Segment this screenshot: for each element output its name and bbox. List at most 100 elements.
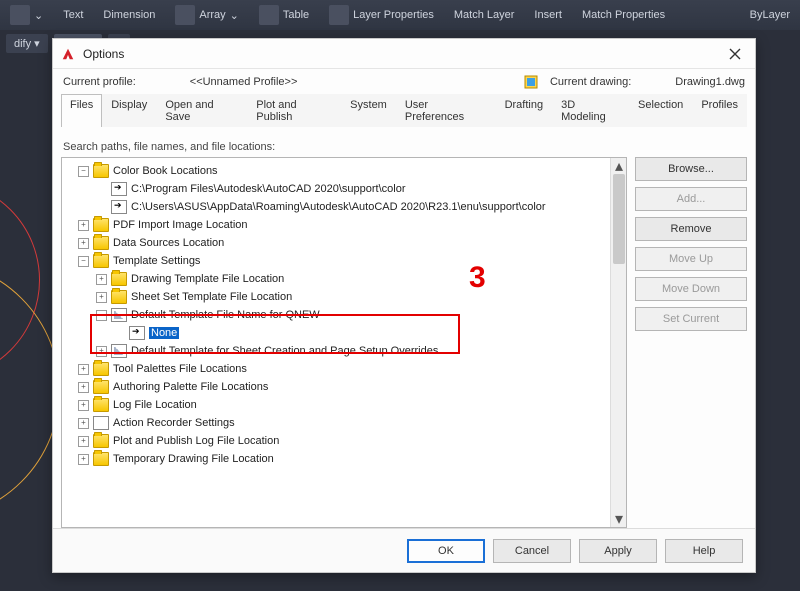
expand-icon[interactable]: + bbox=[96, 346, 107, 357]
section-label: Search paths, file names, and file locat… bbox=[63, 141, 745, 153]
ribbon-layerprops: Layer Properties bbox=[329, 5, 434, 25]
move-up-button[interactable]: Move Up bbox=[635, 247, 747, 271]
tree-node[interactable]: C:\Program Files\Autodesk\AutoCAD 2020\s… bbox=[64, 180, 608, 198]
path-arrow-icon bbox=[111, 182, 127, 196]
tree-scrollbar[interactable]: ▴ ▾ bbox=[610, 158, 626, 527]
dialog-footer: OK Cancel Apply Help bbox=[53, 528, 755, 572]
app-logo-icon bbox=[61, 47, 75, 61]
tree-node[interactable]: + Tool Palettes File Locations bbox=[64, 360, 608, 378]
expand-icon[interactable]: + bbox=[78, 454, 89, 465]
tab-system[interactable]: System bbox=[341, 94, 396, 127]
tree-node-label: Tool Palettes File Locations bbox=[113, 363, 247, 375]
tree-node[interactable]: − Color Book Locations bbox=[64, 162, 608, 180]
tab-files[interactable]: Files bbox=[61, 94, 102, 127]
add-button[interactable]: Add... bbox=[635, 187, 747, 211]
tree-node[interactable]: C:\Users\ASUS\AppData\Roaming\Autodesk\A… bbox=[64, 198, 608, 216]
tree-node[interactable]: + PDF Import Image Location bbox=[64, 216, 608, 234]
move-down-button[interactable]: Move Down bbox=[635, 277, 747, 301]
cancel-button[interactable]: Cancel bbox=[493, 539, 571, 563]
scroll-thumb[interactable] bbox=[613, 174, 625, 264]
collapse-icon[interactable]: − bbox=[96, 310, 107, 321]
tree-node[interactable]: + Temporary Drawing File Location bbox=[64, 450, 608, 468]
set-current-button[interactable]: Set Current bbox=[635, 307, 747, 331]
ribbon-matchprops: Match Properties bbox=[582, 9, 665, 21]
collapse-icon[interactable]: − bbox=[78, 166, 89, 177]
tree-node[interactable]: + Authoring Palette File Locations bbox=[64, 378, 608, 396]
expand-icon[interactable]: + bbox=[78, 220, 89, 231]
tree-node-label: Authoring Palette File Locations bbox=[113, 381, 268, 393]
browse-button[interactable]: Browse... bbox=[635, 157, 747, 181]
tab-selection[interactable]: Selection bbox=[629, 94, 692, 127]
tree-node[interactable]: + Default Template for Sheet Creation and… bbox=[64, 342, 608, 360]
expand-icon[interactable]: + bbox=[96, 274, 107, 285]
tree-node[interactable]: + Log File Location bbox=[64, 396, 608, 414]
tree-node-label: Color Book Locations bbox=[113, 165, 218, 177]
tree-node-label: PDF Import Image Location bbox=[113, 219, 248, 231]
expand-icon[interactable]: + bbox=[78, 238, 89, 249]
options-tabs: FilesDisplayOpen and SavePlot and Publis… bbox=[61, 93, 747, 127]
tree-node-label: Action Recorder Settings bbox=[113, 417, 235, 429]
folder-icon bbox=[93, 452, 109, 466]
dialog-title: Options bbox=[83, 47, 124, 61]
ok-button[interactable]: OK bbox=[407, 539, 485, 563]
tree-node[interactable]: + Drawing Template File Location bbox=[64, 270, 608, 288]
tree-node-label: C:\Program Files\Autodesk\AutoCAD 2020\s… bbox=[131, 183, 406, 195]
close-button[interactable] bbox=[723, 42, 747, 66]
tree-node[interactable]: −Default Template File Name for QNEW bbox=[64, 306, 608, 324]
folder-icon bbox=[93, 236, 109, 250]
expand-icon[interactable]: + bbox=[78, 418, 89, 429]
tree-node-label: Data Sources Location bbox=[113, 237, 224, 249]
folder-icon bbox=[93, 218, 109, 232]
current-profile-value: <<Unnamed Profile>> bbox=[190, 76, 298, 88]
tree-container: − Color Book Locations C:\Program Files\Au… bbox=[61, 157, 627, 528]
path-arrow-icon bbox=[111, 200, 127, 214]
tab-drafting[interactable]: Drafting bbox=[496, 94, 553, 127]
collapse-icon[interactable]: − bbox=[78, 256, 89, 267]
files-tab-body: Search paths, file names, and file locat… bbox=[61, 135, 747, 528]
folder-icon bbox=[93, 434, 109, 448]
tab-user-preferences[interactable]: User Preferences bbox=[396, 94, 496, 127]
profile-row: Current profile: <<Unnamed Profile>> Cur… bbox=[53, 69, 755, 93]
tree-node[interactable]: + Data Sources Location bbox=[64, 234, 608, 252]
tree-node-label: Temporary Drawing File Location bbox=[113, 453, 274, 465]
tree-node[interactable]: + Action Recorder Settings bbox=[64, 414, 608, 432]
tab-profiles[interactable]: Profiles bbox=[692, 94, 747, 127]
tree-node[interactable]: None bbox=[64, 324, 608, 342]
expand-icon[interactable]: + bbox=[96, 292, 107, 303]
tree-node-label: Drawing Template File Location bbox=[131, 273, 284, 285]
ribbon-insert: Insert bbox=[534, 9, 562, 21]
dialog-titlebar: Options bbox=[53, 39, 755, 69]
tree-node[interactable]: + Plot and Publish Log File Location bbox=[64, 432, 608, 450]
modify-dropdown[interactable]: dify ▾ bbox=[6, 34, 48, 53]
expander-spacer bbox=[96, 184, 107, 195]
tab-3d-modeling[interactable]: 3D Modeling bbox=[552, 94, 629, 127]
tab-plot-and-publish[interactable]: Plot and Publish bbox=[247, 94, 341, 127]
tree-node[interactable]: − Template Settings bbox=[64, 252, 608, 270]
scroll-down-icon[interactable]: ▾ bbox=[611, 511, 627, 527]
tree-node-label: Log File Location bbox=[113, 399, 197, 411]
tree-node-label: Default Template for Sheet Creation and … bbox=[131, 345, 438, 357]
tree-node[interactable]: +Sheet Set Template File Location bbox=[64, 288, 608, 306]
tree-node-label: Template Settings bbox=[113, 255, 200, 267]
tab-open-and-save[interactable]: Open and Save bbox=[156, 94, 247, 127]
tree-node-label: Plot and Publish Log File Location bbox=[113, 435, 279, 447]
expand-icon[interactable]: + bbox=[78, 436, 89, 447]
ribbon-bylayer: ByLayer bbox=[750, 9, 790, 21]
paths-tree[interactable]: − Color Book Locations C:\Program Files\Au… bbox=[62, 158, 610, 527]
expand-icon[interactable]: + bbox=[78, 400, 89, 411]
ribbon-matchlayer: Match Layer bbox=[454, 9, 515, 21]
expander-spacer bbox=[114, 328, 125, 339]
expand-icon[interactable]: + bbox=[78, 382, 89, 393]
remove-button[interactable]: Remove bbox=[635, 217, 747, 241]
folder-icon bbox=[93, 380, 109, 394]
apply-button[interactable]: Apply bbox=[579, 539, 657, 563]
current-drawing-label: Current drawing: bbox=[550, 76, 631, 88]
expander-spacer bbox=[96, 202, 107, 213]
help-button[interactable]: Help bbox=[665, 539, 743, 563]
ribbon-array: Array⌄ bbox=[175, 5, 239, 25]
tab-display[interactable]: Display bbox=[102, 94, 156, 127]
drawing-file-icon bbox=[111, 344, 127, 358]
expand-icon[interactable]: + bbox=[78, 364, 89, 375]
scroll-up-icon[interactable]: ▴ bbox=[611, 158, 627, 174]
folder-icon bbox=[111, 272, 127, 286]
